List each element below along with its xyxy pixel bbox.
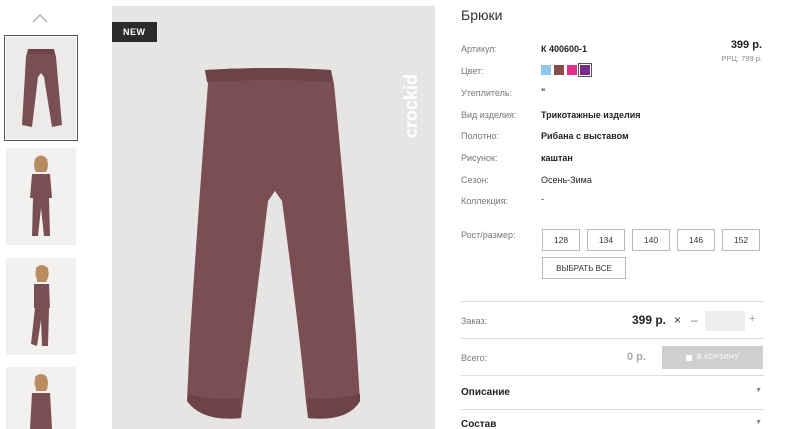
new-badge: NEW [112,22,157,42]
cart-icon [685,354,692,361]
quantity-increase-button[interactable]: + [749,313,755,325]
select-all-sizes-button[interactable]: ВЫБРАТЬ ВСЕ [542,257,626,279]
thumbnail-column [0,0,82,429]
pants-thumbnail-image [6,37,76,139]
chevron-up-icon[interactable] [32,12,48,24]
accordion-composition-label: Состав [461,419,497,429]
chevron-down-icon: ▼ [755,419,762,426]
thumbnail-child-side[interactable] [6,258,76,355]
type-label: Вид изделия: [461,110,517,120]
pattern-value: каштан [541,153,573,163]
total-value: 0 р. [627,351,646,363]
add-to-cart-button[interactable]: В КОРЗИНУ [662,346,763,369]
pattern-label: Рисунок: [461,153,498,163]
child-partial-thumbnail-image [6,367,76,429]
child-front-thumbnail-image [6,148,76,245]
size-option-146[interactable]: 146 [677,229,715,251]
size-option-140[interactable]: 140 [632,229,670,251]
color-swatch-blue[interactable] [541,65,551,75]
season-label: Сезон: [461,175,489,185]
fabric-label: Полотно: [461,131,500,141]
insulation-value: " [541,87,546,97]
thumbnail-pants[interactable] [4,35,78,141]
insulation-label: Утеплитель: [461,88,513,98]
accordion-composition[interactable]: Состав ▼ [461,419,764,429]
chevron-down-icon: ▼ [755,387,762,394]
svg-text:crockid: crockid [401,74,421,138]
product-price: 399 р. [730,39,762,51]
order-price: 399 р. [632,313,667,327]
size-option-134[interactable]: 134 [587,229,625,251]
order-label: Заказ: [461,316,488,326]
quantity-decrease-button[interactable]: – [691,313,698,327]
child-side-thumbnail-image [6,258,76,355]
pants-main-image [112,6,435,429]
main-product-image[interactable]: NEW crockid [112,6,435,429]
divider [461,375,764,376]
add-to-cart-label: В КОРЗИНУ [696,354,740,361]
accordion-description-label: Описание [461,387,510,398]
color-swatch-purple[interactable] [578,63,592,77]
brand-logo: crockid [401,74,421,138]
divider [461,301,764,302]
fabric-value: Рибана с выставом [541,131,629,141]
color-swatches [541,63,592,77]
accordion-description[interactable]: Описание ▼ [461,387,764,398]
collection-value: - [541,194,544,204]
collection-label: Коллекция: [461,196,509,206]
size-options: 128 134 140 146 152 [542,229,760,251]
size-option-128[interactable]: 128 [542,229,580,251]
type-value: Трикотажные изделия [541,110,641,120]
divider [461,338,764,339]
total-label: Всего: [461,353,488,363]
size-label: Рост/размер: [461,230,516,240]
article-value: К 400600-1 [541,44,588,54]
size-option-152[interactable]: 152 [722,229,760,251]
remove-order-icon[interactable]: × [674,313,681,327]
product-title: Брюки [461,7,503,23]
thumbnail-child-front[interactable] [6,148,76,245]
color-swatch-brown[interactable] [554,65,564,75]
divider [461,409,764,410]
quantity-input[interactable] [705,311,745,331]
color-label: Цвет: [461,66,484,76]
thumbnail-child-partial[interactable] [6,367,76,429]
season-value: Осень-Зима [541,175,592,185]
recommended-price: РРЦ: 799 р. [721,54,762,63]
article-label: Артикул: [461,44,498,54]
color-swatch-pink[interactable] [567,65,577,75]
